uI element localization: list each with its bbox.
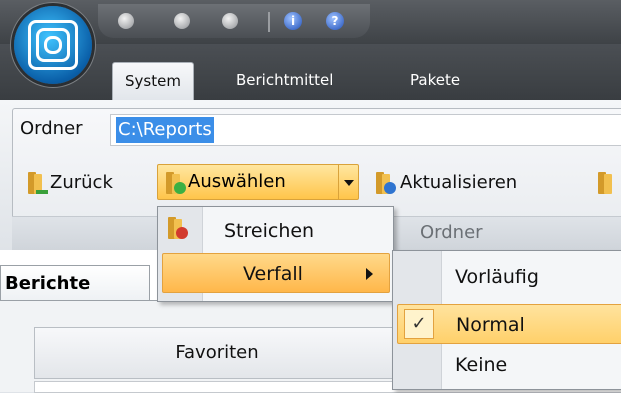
submenu-item-normal-label: Normal <box>456 314 525 336</box>
folder-icon[interactable] <box>598 172 616 194</box>
back-circle-icon[interactable] <box>174 13 190 29</box>
submenu-item-keine[interactable]: Keine <box>455 345 507 385</box>
check-icon: ✓ <box>404 309 434 339</box>
favorites-button[interactable]: Favoriten <box>34 327 400 379</box>
submenu-item-normal[interactable]: ✓ Normal <box>397 304 621 344</box>
help-icon[interactable]: ? <box>326 12 344 30</box>
chevron-down-icon[interactable] <box>344 180 354 186</box>
tab-berichte[interactable]: Berichte <box>0 265 150 301</box>
folder-path-value: C:\Reports <box>116 117 214 143</box>
back-button-label: Zurück <box>50 172 113 193</box>
menu-item-verfall[interactable]: Verfall <box>162 253 390 293</box>
folder-back-icon <box>28 172 48 194</box>
tab-berichtmittel[interactable]: Berichtmittel <box>224 62 345 99</box>
tab-system[interactable]: System <box>112 62 194 100</box>
group-label: Ordner <box>420 222 483 243</box>
menu-item-verfall-label: Verfall <box>243 263 303 285</box>
select-split-divider <box>338 165 339 199</box>
folder-add-icon <box>166 172 186 194</box>
select-button[interactable]: Auswählen <box>157 164 359 200</box>
chevron-right-icon <box>366 268 373 280</box>
tab-pakete[interactable]: Pakete <box>398 62 472 99</box>
info-icon[interactable]: i <box>284 12 302 30</box>
forward-circle-icon[interactable] <box>222 13 238 29</box>
app-logo-core <box>44 36 62 54</box>
menu-item-streichen[interactable]: Streichen <box>224 211 314 251</box>
folder-refresh-icon <box>376 172 396 194</box>
select-button-label: Auswählen <box>188 171 286 192</box>
verfall-submenu: Vorläufig ✓ Normal Keine <box>392 250 621 390</box>
application-menu-button[interactable] <box>14 6 92 84</box>
toolbar-separator <box>268 12 270 32</box>
folder-delete-icon <box>168 217 188 239</box>
save-icon[interactable] <box>118 13 134 29</box>
refresh-button-label: Aktualisieren <box>400 172 518 193</box>
submenu-item-vorlaeufig[interactable]: Vorläufig <box>455 257 539 297</box>
folder-label: Ordner <box>20 118 83 139</box>
select-dropdown-menu: Streichen Verfall <box>157 206 394 302</box>
quick-access-toolbar: i ? <box>98 4 370 38</box>
